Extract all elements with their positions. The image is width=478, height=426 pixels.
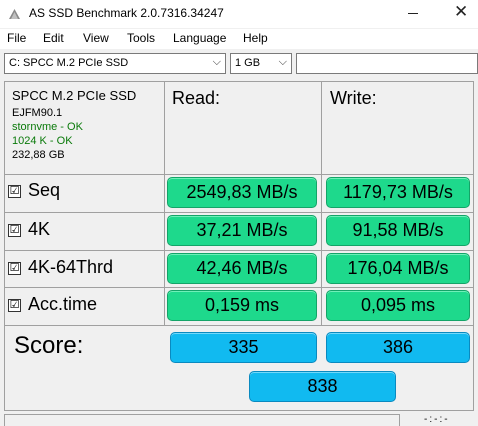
drive-select-value: C: SPCC M.2 PCIe SSD <box>9 57 129 69</box>
test-4k-checkbox[interactable]: ☑ 4K <box>8 219 50 240</box>
menu-edit[interactable]: Edit <box>40 31 67 45</box>
score-label: Score: <box>14 332 84 359</box>
drive-info: SPCC M.2 PCIe SSD EJFM90.1 stornvme - OK… <box>12 88 136 162</box>
minimize-button[interactable] <box>390 0 434 28</box>
test-label: Acc.time <box>28 294 98 314</box>
4k-read-result: 37,21 MB/s <box>167 215 317 246</box>
status-time: -:-:- <box>424 414 450 425</box>
chevron-down-icon: ⌵ <box>278 56 287 68</box>
grid-divider <box>5 250 473 251</box>
score-read: 335 <box>170 332 317 363</box>
menu-bar: File Edit View Tools Language Help <box>0 29 478 49</box>
app-icon <box>9 9 20 19</box>
4k-write-result: 91,58 MB/s <box>326 215 470 246</box>
checkbox-icon: ☑ <box>8 299 21 312</box>
grid-divider <box>5 174 473 175</box>
drive-firmware: EJFM90.1 <box>12 107 63 119</box>
checkbox-icon: ☑ <box>8 262 21 275</box>
menu-language[interactable]: Language <box>170 31 229 45</box>
toolbar: C: SPCC M.2 PCIe SSD ⌵ 1 GB ⌵ <box>0 49 478 79</box>
read-column-header: Read: <box>172 88 221 108</box>
title-bar: AS SSD Benchmark 2.0.7316.34247 ✕ <box>0 0 478 28</box>
grid-divider <box>321 82 322 326</box>
4k64-write-result: 176,04 MB/s <box>326 253 470 284</box>
close-button[interactable]: ✕ <box>442 0 478 28</box>
seq-write-result: 1179,73 MB/s <box>326 177 470 208</box>
drive-alignment-status: 1024 K - OK <box>12 135 73 147</box>
grid-divider <box>5 212 473 213</box>
acctime-write-result: 0,095 ms <box>326 290 470 321</box>
menu-tools[interactable]: Tools <box>124 31 158 45</box>
size-select-value: 1 GB <box>235 57 261 69</box>
grid-divider <box>5 287 473 288</box>
test-label: 4K-64Thrd <box>28 257 114 277</box>
checkbox-icon: ☑ <box>8 224 21 237</box>
window-title: AS SSD Benchmark 2.0.7316.34247 <box>29 6 224 20</box>
menu-file[interactable]: File <box>4 31 29 45</box>
test-acctime-checkbox[interactable]: ☑ Acc.time <box>8 294 97 315</box>
acctime-read-result: 0,159 ms <box>167 290 317 321</box>
drive-driver-status: stornvme - OK <box>12 121 83 133</box>
grid-divider <box>5 325 473 326</box>
score-total: 838 <box>249 371 396 402</box>
seq-read-result: 2549,83 MB/s <box>167 177 317 208</box>
chevron-down-icon: ⌵ <box>212 56 221 68</box>
menu-view[interactable]: View <box>80 31 112 45</box>
grid-divider <box>164 82 165 326</box>
checkbox-icon: ☑ <box>8 185 21 198</box>
write-column-header: Write: <box>330 88 377 108</box>
progress-textbox[interactable] <box>296 53 478 74</box>
drive-select[interactable]: C: SPCC M.2 PCIe SSD ⌵ <box>4 53 226 74</box>
drive-name: SPCC M.2 PCIe SSD <box>12 88 137 103</box>
test-label: 4K <box>28 219 51 239</box>
test-4k64-checkbox[interactable]: ☑ 4K-64Thrd <box>8 257 113 278</box>
minimize-icon <box>408 13 418 14</box>
status-panel <box>4 414 400 426</box>
test-label: Seq <box>28 180 61 200</box>
test-seq-checkbox[interactable]: ☑ Seq <box>8 180 60 201</box>
score-write: 386 <box>326 332 470 363</box>
drive-capacity: 232,88 GB <box>12 149 65 161</box>
menu-help[interactable]: Help <box>240 31 271 45</box>
size-select[interactable]: 1 GB ⌵ <box>230 53 292 74</box>
close-icon: ✕ <box>454 2 469 21</box>
status-bar: -:-:- <box>0 414 478 426</box>
4k64-read-result: 42,46 MB/s <box>167 253 317 284</box>
